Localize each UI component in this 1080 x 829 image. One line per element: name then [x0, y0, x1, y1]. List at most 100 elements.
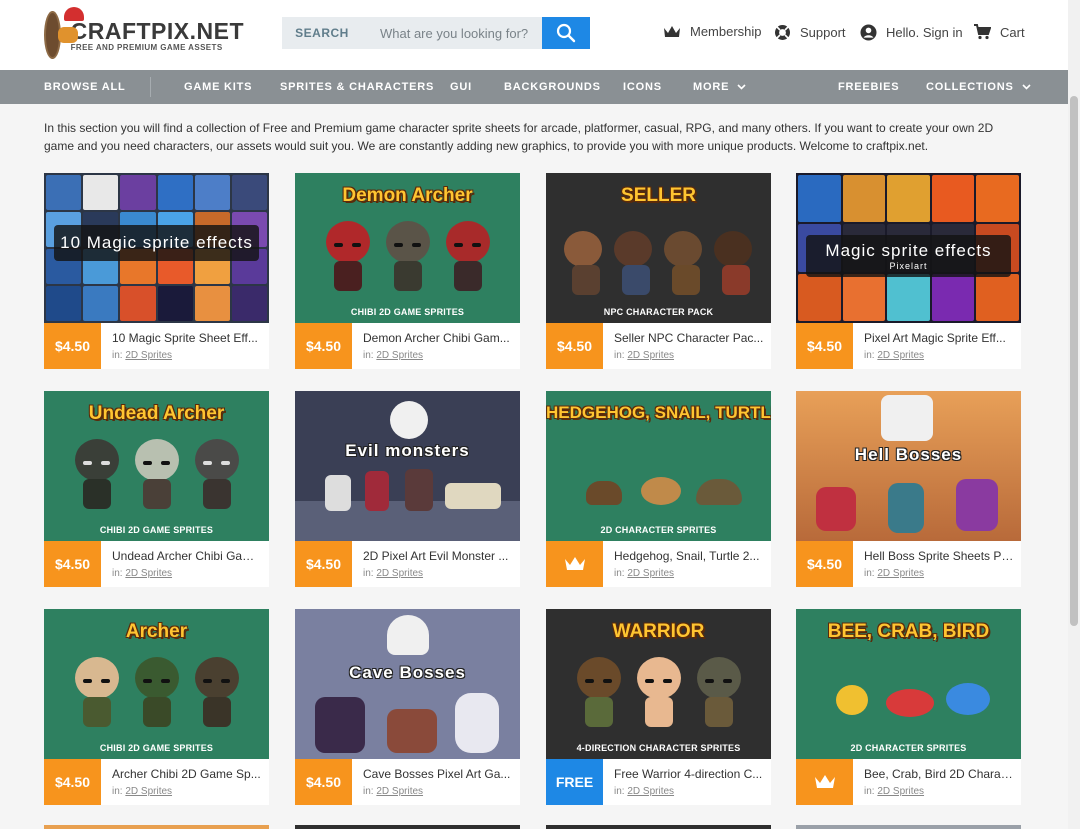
crown-icon: [564, 557, 585, 570]
product-title[interactable]: Pixel Art Magic Sprite Eff...: [864, 331, 1014, 345]
category-link[interactable]: 2D Sprites: [376, 568, 423, 579]
product-card[interactable]: 10 Magic sprite effects $4.50 10 Magic S…: [44, 173, 269, 369]
nav-game-kits[interactable]: GAME KITS: [184, 70, 252, 104]
search-label: SEARCH: [282, 17, 362, 49]
product-title[interactable]: Demon Archer Chibi Gam...: [363, 331, 513, 345]
price-badge: $4.50: [295, 541, 352, 587]
product-card[interactable]: Demon Archer CHIBI 2D GAME SPRITES $4.50…: [295, 173, 520, 369]
thumbnail-subtitle: CHIBI 2D GAME SPRITES: [99, 525, 214, 535]
character-previews: [44, 439, 269, 515]
product-card[interactable]: Undead Archer CHIBI 2D GAME SPRITES $4.5…: [44, 391, 269, 587]
skull-icon: [390, 401, 428, 439]
next-card-peek: [44, 825, 269, 829]
thumbnail-title: HEDGEHOG, SNAIL, TURTLE: [546, 403, 771, 422]
category-link[interactable]: 2D Sprites: [627, 568, 674, 579]
support-link[interactable]: Support: [774, 24, 846, 41]
scrollbar-thumb[interactable]: [1070, 96, 1078, 626]
membership-link[interactable]: Membership: [663, 24, 762, 39]
product-title[interactable]: Free Warrior 4-direction C...: [614, 767, 764, 781]
thumbnail-subtitle: 2D CHARACTER SPRITES: [850, 743, 967, 753]
product-title[interactable]: 10 Magic Sprite Sheet Eff...: [112, 331, 262, 345]
product-title[interactable]: 2D Pixel Art Evil Monster ...: [363, 549, 513, 563]
category-link[interactable]: 2D Sprites: [877, 568, 924, 579]
nav-gui[interactable]: GUI: [450, 70, 472, 104]
page-scrollbar[interactable]: [1068, 0, 1080, 829]
product-thumbnail[interactable]: SELLER NPC CHARACTER PACK: [546, 173, 771, 323]
product-thumbnail[interactable]: HEDGEHOG, SNAIL, TURTLE 2D CHARACTER SPR…: [546, 391, 771, 541]
product-card[interactable]: SELLER NPC CHARACTER PACK $4.50 Seller N…: [546, 173, 771, 369]
product-category: in: 2D Sprites: [112, 350, 172, 361]
product-title[interactable]: Archer Chibi 2D Game Sp...: [112, 767, 262, 781]
nav-sprites-characters[interactable]: SPRITES & CHARACTERS: [280, 70, 434, 104]
category-link[interactable]: 2D Sprites: [376, 350, 423, 361]
sign-in-link[interactable]: Hello. Sign in: [860, 24, 963, 41]
product-card[interactable]: Archer CHIBI 2D GAME SPRITES $4.50 Arche…: [44, 609, 269, 805]
product-title[interactable]: Seller NPC Character Pac...: [614, 331, 764, 345]
category-prefix: in:: [614, 568, 625, 579]
category-prefix: in:: [112, 786, 123, 797]
category-link[interactable]: 2D Sprites: [627, 350, 674, 361]
category-link[interactable]: 2D Sprites: [877, 350, 924, 361]
product-title[interactable]: Undead Archer Chibi Gam...: [112, 549, 262, 563]
product-thumbnail[interactable]: Magic sprite effects Pixelart: [796, 173, 1021, 323]
monster-sprite: [405, 469, 433, 511]
product-card[interactable]: BEE, CRAB, BIRD 2D CHARACTER SPRITES Bee…: [796, 609, 1021, 805]
thumbnail-title: Magic sprite effects: [825, 241, 992, 260]
product-thumbnail[interactable]: Demon Archer CHIBI 2D GAME SPRITES: [295, 173, 520, 323]
search-input[interactable]: [362, 17, 542, 49]
product-category: in: 2D Sprites: [614, 786, 674, 797]
search-button[interactable]: [542, 17, 590, 49]
category-link[interactable]: 2D Sprites: [376, 786, 423, 797]
site-logo[interactable]: CRAFTPIX.NET FREE AND PREMIUM GAME ASSET…: [44, 7, 244, 60]
chevron-down-icon: [737, 84, 746, 90]
product-thumbnail[interactable]: Hell Bosses: [796, 391, 1021, 541]
nav-freebies[interactable]: FREEBIES: [838, 70, 899, 104]
category-prefix: in:: [363, 568, 374, 579]
nav-backgrounds[interactable]: BACKGROUNDS: [504, 70, 601, 104]
cart-icon: [974, 24, 991, 40]
category-link[interactable]: 2D Sprites: [125, 350, 172, 361]
product-title[interactable]: Bee, Crab, Bird 2D Charac...: [864, 767, 1014, 781]
nav-more[interactable]: MORE: [693, 70, 746, 104]
product-thumbnail[interactable]: Evil monsters: [295, 391, 520, 541]
thumbnail-subtitle: Pixelart: [889, 261, 928, 271]
boss-sprite: [956, 479, 998, 531]
thumbnail-title-box: Magic sprite effects Pixelart: [806, 235, 1011, 277]
crown-icon: [664, 25, 680, 37]
product-thumbnail[interactable]: Archer CHIBI 2D GAME SPRITES: [44, 609, 269, 759]
product-card[interactable]: Hell Bosses $4.50 Hell Boss Sprite Sheet…: [796, 391, 1021, 587]
nav-divider: [150, 77, 151, 97]
product-title[interactable]: Hedgehog, Snail, Turtle 2...: [614, 549, 764, 563]
product-card[interactable]: Evil monsters $4.50 2D Pixel Art Evil Mo…: [295, 391, 520, 587]
product-card[interactable]: WARRIOR 4-DIRECTION CHARACTER SPRITES FR…: [546, 609, 771, 805]
nav-browse-all[interactable]: BROWSE ALL: [44, 70, 126, 104]
product-card[interactable]: Magic sprite effects Pixelart $4.50 Pixe…: [796, 173, 1021, 369]
main-nav: BROWSE ALL GAME KITS SPRITES & CHARACTER…: [0, 70, 1068, 104]
product-title[interactable]: Hell Boss Sprite Sheets Pi...: [864, 549, 1014, 563]
category-link[interactable]: 2D Sprites: [627, 786, 674, 797]
product-thumbnail[interactable]: Cave Bosses: [295, 609, 520, 759]
nav-icons[interactable]: ICONS: [623, 70, 662, 104]
category-prefix: in:: [864, 786, 875, 797]
category-link[interactable]: 2D Sprites: [125, 786, 172, 797]
price-badge: $4.50: [546, 323, 603, 369]
thumbnail-subtitle: NPC CHARACTER PACK: [603, 307, 714, 317]
category-link[interactable]: 2D Sprites: [125, 568, 172, 579]
character-previews: [295, 221, 520, 297]
category-link[interactable]: 2D Sprites: [877, 786, 924, 797]
product-thumbnail[interactable]: 10 Magic sprite effects: [44, 173, 269, 323]
product-card[interactable]: Cave Bosses $4.50 Cave Bosses Pixel Art …: [295, 609, 520, 805]
bee-sprite: [836, 685, 868, 715]
category-prefix: in:: [363, 350, 374, 361]
cart-link[interactable]: Cart: [973, 24, 1025, 40]
product-card[interactable]: HEDGEHOG, SNAIL, TURTLE 2D CHARACTER SPR…: [546, 391, 771, 587]
nav-collections-label: COLLECTIONS: [926, 81, 1014, 93]
product-thumbnail[interactable]: WARRIOR 4-DIRECTION CHARACTER SPRITES: [546, 609, 771, 759]
nav-collections[interactable]: COLLECTIONS: [926, 70, 1031, 104]
product-thumbnail[interactable]: Undead Archer CHIBI 2D GAME SPRITES: [44, 391, 269, 541]
boss-sprite: [816, 487, 856, 531]
product-thumbnail[interactable]: BEE, CRAB, BIRD 2D CHARACTER SPRITES: [796, 609, 1021, 759]
logo-subtitle: FREE AND PREMIUM GAME ASSETS: [70, 42, 223, 52]
price-badge: $4.50: [44, 759, 101, 805]
product-title[interactable]: Cave Bosses Pixel Art Ga...: [363, 767, 513, 781]
